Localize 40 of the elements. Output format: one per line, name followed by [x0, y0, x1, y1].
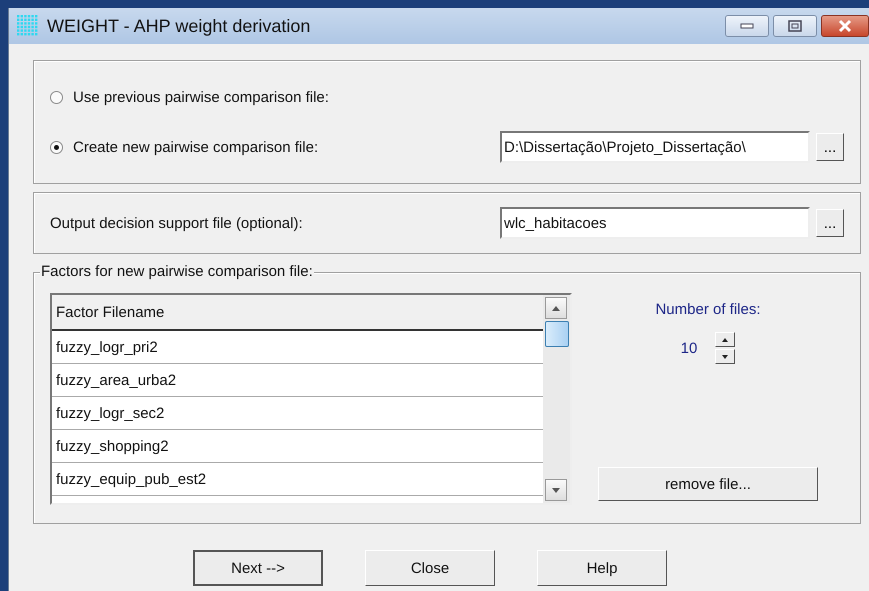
app-icon	[17, 15, 39, 37]
down-arrow-icon	[722, 354, 728, 358]
window-title: WEIGHT - AHP weight derivation	[47, 16, 310, 36]
maximize-button[interactable]	[773, 15, 817, 37]
scroll-up-button[interactable]	[545, 297, 567, 319]
radio-circle[interactable]	[50, 90, 63, 104]
file-count: 10	[680, 340, 698, 356]
remove-file-button[interactable]: remove file...	[598, 467, 818, 501]
scrollbar[interactable]	[543, 295, 570, 503]
scroll-thumb[interactable]	[545, 321, 569, 347]
up-arrow-icon	[552, 306, 560, 310]
path-field[interactable]: D:\Dissertação\Projeto_Dissertação\	[500, 131, 810, 163]
browse-button[interactable]: ...	[816, 133, 844, 161]
close-icon	[837, 19, 853, 33]
output-label: Output decision support file (optional):	[50, 214, 303, 232]
dialog-button[interactable]: Next -->	[193, 550, 323, 586]
down-arrow-icon	[552, 488, 560, 492]
close-button[interactable]	[821, 15, 869, 37]
list-item[interactable]: fuzzy_area_urba2	[52, 364, 543, 397]
group-legend: Factors for new pairwise comparison file:	[40, 263, 314, 280]
radio-circle[interactable]	[50, 140, 63, 154]
maximize-icon	[788, 20, 802, 32]
list-item[interactable]: fuzzy_logr_sec2	[52, 397, 543, 430]
spin-down-button[interactable]	[715, 349, 736, 364]
list-item[interactable]: fuzzy_logr_pri2	[52, 331, 543, 364]
dialog-button[interactable]: Close	[365, 550, 495, 586]
up-arrow-icon	[722, 338, 728, 342]
radio-option[interactable]: Create new pairwise comparison file:	[50, 138, 318, 156]
list-item[interactable]: fuzzy_shopping2	[52, 430, 543, 463]
dialog-button[interactable]: Help	[537, 550, 667, 586]
column-header[interactable]: Factor Filename	[52, 295, 543, 331]
browse-button[interactable]: ...	[816, 209, 844, 237]
minimize-icon	[740, 23, 754, 29]
minimize-button[interactable]	[725, 15, 769, 37]
list-item[interactable]: fuzzy_equip_pub_est2	[52, 463, 543, 496]
scroll-down-button[interactable]	[545, 479, 567, 501]
radio-option[interactable]: Use previous pairwise comparison file:	[50, 88, 329, 106]
output-field[interactable]: wlc_habitacoes	[500, 207, 810, 239]
spin-up-button[interactable]	[715, 332, 736, 347]
count-label: Number of files:	[655, 301, 761, 318]
